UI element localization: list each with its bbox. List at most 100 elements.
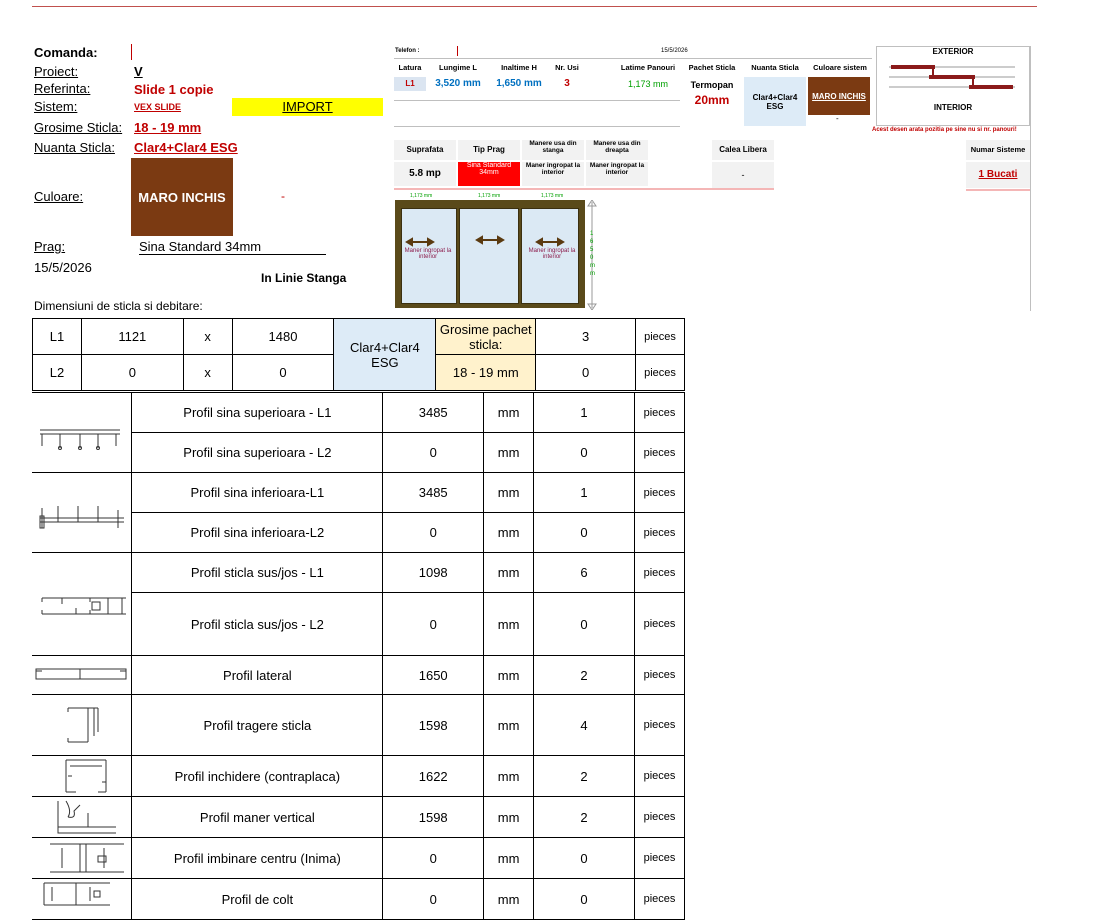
manere-dreapta-value: Maner ingropat la interior xyxy=(586,162,648,186)
profile-unit: mm xyxy=(483,796,535,838)
profile-unit: mm xyxy=(483,472,535,513)
calea-value: - xyxy=(712,162,774,188)
lateral-profile-icon xyxy=(32,655,133,695)
door-frame: Maner ingropat la interior Maner ingropa… xyxy=(395,200,585,308)
profile-row: Profil maner vertical 1598 mm 2 pieces xyxy=(32,796,686,838)
glass-width: 0 xyxy=(80,354,184,391)
profile-pieces: pieces xyxy=(633,392,686,433)
profile-qty: 0 xyxy=(533,878,635,920)
glass-name: L1 xyxy=(32,318,82,355)
telefon-label: Telefon : xyxy=(395,48,420,54)
summary-lines xyxy=(394,100,680,101)
profile-pieces: pieces xyxy=(633,472,686,513)
profile-length: 0 xyxy=(382,837,485,879)
calea-header: Calea Libera xyxy=(712,140,774,160)
glass-unit: pieces xyxy=(634,354,686,391)
glass-unit: pieces xyxy=(634,318,686,355)
profile-qty: 2 xyxy=(533,796,635,838)
telefon-cursor xyxy=(457,46,458,56)
glass-x: x xyxy=(182,318,233,355)
glass-height: 0 xyxy=(231,354,335,391)
right-edge-line xyxy=(1030,46,1031,311)
cell-culoare: MARO INCHIS xyxy=(812,91,866,101)
glass-table: L1 1121 x 1480 Clar4+Clar4 ESG Grosime p… xyxy=(32,318,686,391)
glass-pachet-label: Grosime pachet sticla: xyxy=(435,318,537,355)
glass-height: 1480 xyxy=(231,318,335,355)
profile-row: Profil sina inferioara-L1 3485 mm 1 piec… xyxy=(32,472,686,553)
profile-pieces: pieces xyxy=(633,512,686,553)
glass-name: L2 xyxy=(32,354,82,391)
track-diagram: EXTERIOR INTERIOR xyxy=(876,46,1030,126)
numar-value: 1 Bucati xyxy=(966,162,1030,188)
glass-width: 1121 xyxy=(80,318,184,355)
profile-unit: mm xyxy=(483,655,535,695)
profile-unit: mm xyxy=(483,432,535,473)
profile-pieces: pieces xyxy=(633,837,686,879)
profile-row: Profil lateral 1650 mm 2 pieces xyxy=(32,655,686,695)
prag-value: Sina Standard 34mm xyxy=(139,239,326,255)
profile-pieces: pieces xyxy=(633,755,686,797)
exterior-label: EXTERIOR xyxy=(932,47,974,56)
culoare-label: Culoare: xyxy=(34,189,84,204)
profile-name: Profil sticla sus/jos - L1 xyxy=(131,552,384,593)
profile-row: Profil inchidere (contraplaca) 1622 mm 2… xyxy=(32,755,686,797)
nuanta-value: Clar4+Clar4 ESG xyxy=(134,140,238,155)
profile-qty: 0 xyxy=(533,512,635,553)
profile-qty: 4 xyxy=(533,694,635,756)
profile-pieces: pieces xyxy=(633,432,686,473)
summary-date: 15/5/2026 xyxy=(661,48,688,54)
profile-length: 1098 xyxy=(382,552,485,593)
cell-culoare-box: MARO INCHIS xyxy=(808,77,870,115)
left-handle-label: Maner ingropat la interior xyxy=(404,248,452,260)
profile-length: 3485 xyxy=(382,392,485,433)
grosime-label: Grosime Sticla: xyxy=(34,120,123,135)
glass-nuanta-text: Clar4+Clar4 ESG xyxy=(350,339,420,370)
culoare-swatch-label: MARO INCHIS xyxy=(138,189,226,205)
profile-length: 1598 xyxy=(382,796,485,838)
drawing-note: Acest desen arata pozitia pe sine nu si … xyxy=(872,127,1017,133)
panel-width-2: 1,173 mm xyxy=(478,193,501,199)
profile-name: Profil sina inferioara-L1 xyxy=(131,472,384,513)
glass-frame-profile-icon xyxy=(32,552,133,656)
profile-unit: mm xyxy=(483,837,535,879)
profile-pieces: pieces xyxy=(633,878,686,920)
profile-pieces: pieces xyxy=(633,694,686,756)
profile-pieces: pieces xyxy=(633,592,686,656)
tip-prag-header: Tip Prag xyxy=(458,140,520,160)
cell-latime: 1,173 mm xyxy=(627,79,669,89)
manere-stanga-value: Maner ingropat la interior xyxy=(522,162,584,186)
culoare-swatch: MARO INCHIS xyxy=(131,158,233,236)
profile-length: 1650 xyxy=(382,655,485,695)
suprafata-header: Suprafata xyxy=(394,140,456,160)
profile-length: 3485 xyxy=(382,472,485,513)
bottom-rail-profile-icon xyxy=(32,472,133,553)
referinta-value: Slide 1 copie xyxy=(134,82,214,97)
profile-name: Profil sticla sus/jos - L2 xyxy=(131,592,384,656)
sistem-value: VEX SLIDE xyxy=(134,102,182,112)
comanda-input-cursor[interactable] xyxy=(131,44,132,60)
top-divider xyxy=(32,6,1037,7)
glass-row-l1: L1 1121 x 1480 Clar4+Clar4 ESG Grosime p… xyxy=(32,318,686,391)
profile-length: 0 xyxy=(382,592,485,656)
glass-x: x xyxy=(182,354,233,391)
profile-row: Profil sticla sus/jos - L1 1098 mm 6 pie… xyxy=(32,552,686,656)
right-handle-label: Maner ingropat la interior xyxy=(528,248,576,260)
closing-profile-icon xyxy=(32,755,133,797)
profile-name: Profil inchidere (contraplaca) xyxy=(131,755,384,797)
profile-qty: 1 xyxy=(533,472,635,513)
manere-dreapta-header: Manere usa din dreapta xyxy=(586,140,648,160)
pull-profile-icon xyxy=(32,694,133,756)
profile-qty: 2 xyxy=(533,755,635,797)
suprafata-value: 5.8 mp xyxy=(394,162,456,186)
profile-qty: 0 xyxy=(533,592,635,656)
profile-name: Profil imbinare centru (Inima) xyxy=(131,837,384,879)
glass-qty: 0 xyxy=(535,354,636,391)
profile-unit: mm xyxy=(483,878,535,920)
panel-width-3: 1,173 mm xyxy=(541,193,564,199)
profile-pieces: pieces xyxy=(633,796,686,838)
profile-unit: mm xyxy=(483,592,535,656)
profile-qty: 2 xyxy=(533,655,635,695)
culoare-dash: - xyxy=(281,189,285,203)
profile-length: 0 xyxy=(382,512,485,553)
profile-qty: 1 xyxy=(533,392,635,433)
